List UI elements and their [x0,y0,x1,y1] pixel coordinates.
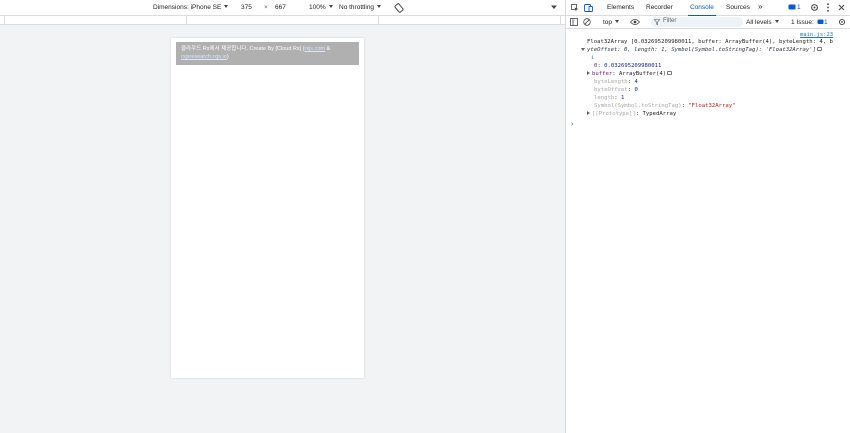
device-screen: 클라우드 Rx에서 제공합니다. Create By [Cloud Rx] (r… [171,38,364,378]
messages-count: 1 [797,4,801,11]
filter-placeholder: Filter [663,18,677,24]
chevron-down-icon [774,20,779,23]
banner-text: 클라우드 Rx에서 제공합니다. Create By [Cloud Rx] ( [181,46,305,52]
device-toolbar: Dimensions: iPhone SE 375 × 667 100% No … [0,0,565,16]
entry-value: 4 [634,79,638,85]
banner-link-secondary[interactable]: rxjsresearch.rxjs.io [181,54,227,60]
ruler-segment[interactable] [378,16,379,24]
entry-prototype[interactable]: [[Prototype]]: TypedArray [587,110,676,118]
console-prompt[interactable]: › [570,120,574,128]
entry-tostringtag: Symbol(Symbol.toStringTag): "Float32Arra… [594,102,735,110]
entry-value: 0.032695209980011 [604,63,662,69]
entry-value: TypedArray [642,111,677,117]
info-badge-icon [817,47,823,51]
zoom-selector[interactable]: 100% [309,4,333,11]
issues-count: 1 [824,19,828,26]
entry-sep: : [635,111,643,117]
chevron-down-icon [224,5,229,8]
throttling-selector[interactable]: No throttling [339,4,382,11]
times-sign: × [264,4,268,11]
entry-key: Symbol(Symbol.toStringTag) [594,103,682,109]
media-query-ruler [0,16,565,25]
more-tabs-button[interactable]: » [758,2,762,11]
emulated-viewport-pane: Dimensions: iPhone SE 375 × 667 100% No … [0,0,565,433]
issues-label: 1 Issue: [791,19,814,26]
close-icon[interactable] [838,4,845,13]
filter-input[interactable]: Filter [651,17,743,27]
context-label: top [603,19,613,26]
entry-key: byteLength [594,79,628,85]
entry-bytelength: byteLength: 4 [594,78,638,86]
log-levels-selector[interactable]: All levels [746,19,779,26]
entry-sep: : [612,71,619,77]
chevron-down-icon [377,5,382,8]
eye-icon[interactable] [629,18,641,28]
rotate-icon[interactable] [394,3,404,15]
info-icon: i [591,55,595,61]
entry-index-0: 0: 0.032695209980011 [594,62,661,70]
chevron-down-icon [328,5,333,8]
expand-toggle-icon[interactable] [581,48,585,51]
filter-icon [653,19,661,27]
banner-close-paren: ) [226,54,229,60]
chevron-down-icon [615,20,620,23]
issue-icon [817,19,824,27]
tab-recorder[interactable]: Recorder [646,4,673,11]
ruler-segment[interactable] [186,16,187,24]
memory-icon[interactable] [667,71,673,75]
console-toolbar: top Filter All levels 1 Issue: 1 [566,16,850,29]
banner-ampersand: & [325,46,331,52]
entry-sep: : [614,95,621,101]
entry-key: buffer [592,71,613,77]
throttling-label: No throttling [339,4,375,11]
sidebar-toggle-icon[interactable] [570,18,578,28]
entry-byteoffset: byteOffset: 0 [594,86,638,94]
expand-toggle-icon[interactable] [587,71,590,75]
height-input[interactable]: 667 [275,4,286,11]
devtools-panel: Elements Recorder Console Sources » 1 to… [565,0,850,433]
tab-elements[interactable]: Elements [607,4,634,11]
messages-counter[interactable] [788,4,796,13]
inspect-element-icon[interactable] [571,4,579,14]
entry-value: ArrayBuffer(4) [618,71,667,77]
devtools-tabbar: Elements Recorder Console Sources » 1 [566,0,850,17]
device-selector[interactable]: Dimensions: iPhone SE [153,4,229,11]
log-summary-rest: yteOffset: 0, length: 1, Symbol(Symbol.t… [587,47,817,53]
tab-sources[interactable]: Sources [726,4,750,11]
log-summary-line-1: Float32Array [0.032695209980011, buffer:… [587,39,833,45]
context-selector[interactable]: top [603,19,620,26]
zoom-label: 100% [309,4,326,11]
attribution-banner: 클라우드 Rx에서 제공합니다. Create By [Cloud Rx] (r… [176,42,359,65]
gear-icon[interactable] [810,3,819,14]
log-summary-line-2[interactable]: yteOffset: 0, length: 1, Symbol(Symbol.t… [581,46,823,54]
clear-console-icon[interactable] [583,18,591,28]
entry-key: byteOffset [594,87,628,93]
expand-toggle-icon[interactable] [587,111,590,115]
kebab-menu-icon[interactable] [826,3,830,14]
tab-console[interactable]: Console [688,4,716,17]
device-selector-label: Dimensions: iPhone SE [153,4,222,11]
log-levels-label: All levels [746,19,772,26]
entry-key: [[Prototype]] [592,111,636,117]
more-options-icon[interactable] [551,4,557,12]
entry-value: 1 [620,95,625,101]
width-input[interactable]: 375 [241,4,252,11]
entry-buffer[interactable]: buffer: ArrayBuffer(4) [587,70,673,78]
console-settings-icon[interactable] [838,18,846,28]
ruler-segment[interactable] [4,16,5,24]
entry-length: length: 1 [594,94,624,102]
banner-link-primary[interactable]: rxjs.com [305,46,325,52]
entry-value: "Float32Array" [688,103,736,109]
ruler-segment[interactable] [560,16,561,24]
entry-value: 0 [634,87,638,93]
device-toggle-icon[interactable] [584,4,593,14]
entry-key: length [594,95,615,101]
issues-button[interactable]: 1 Issue: [791,19,814,26]
